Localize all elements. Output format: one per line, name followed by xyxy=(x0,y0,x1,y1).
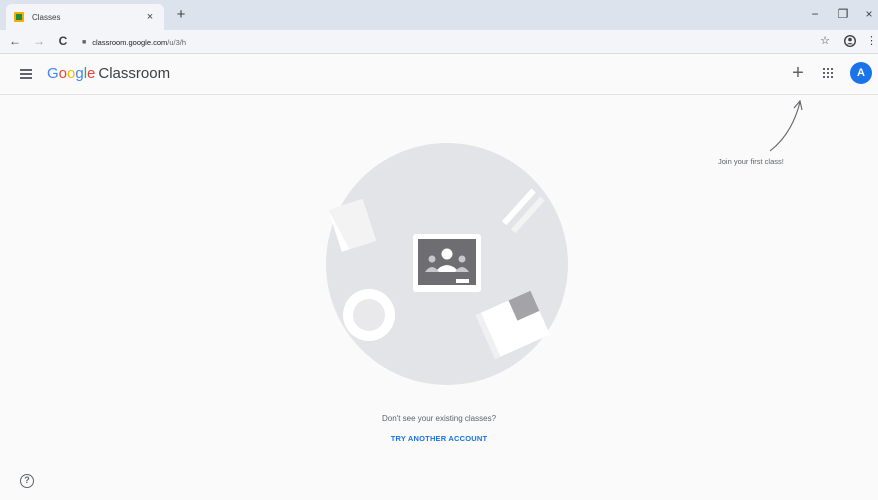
logo-letter: o xyxy=(58,65,68,82)
app-header: Google Classroom + xyxy=(0,55,878,95)
try-another-account-link[interactable]: TRY ANOTHER ACCOUNT xyxy=(0,434,878,443)
reload-button[interactable]: C xyxy=(56,33,70,49)
product-name: Classroom xyxy=(98,65,171,82)
window-close-button[interactable]: × xyxy=(862,6,876,22)
star-icon[interactable]: ☆ xyxy=(818,33,832,49)
url-path: /u/3/h xyxy=(167,37,187,47)
more-vert-icon[interactable]: ⋮ xyxy=(866,33,877,49)
classroom-favicon-icon xyxy=(14,12,24,22)
join-hint-text: Join your first class! xyxy=(718,157,784,166)
forward-button[interactable]: → xyxy=(32,33,46,49)
browser-window: Classes × + − ❐ × ← → C ■ classroom.goog… xyxy=(0,0,878,500)
back-button[interactable]: ← xyxy=(8,33,22,49)
google-classroom-logo[interactable]: Google Classroom xyxy=(47,65,170,83)
logo-letter: g xyxy=(75,65,84,82)
hint-arrow-icon xyxy=(769,99,803,152)
lock-icon: ■ xyxy=(82,38,87,46)
tab-strip: Classes × + − ❐ × xyxy=(0,0,878,30)
empty-classes-illustration xyxy=(326,143,568,385)
logo-letter: G xyxy=(47,65,59,82)
avatar[interactable]: A xyxy=(850,62,872,84)
minimize-button[interactable]: − xyxy=(808,6,822,22)
url-host: classroom.google.com xyxy=(92,37,168,47)
profile-icon[interactable] xyxy=(843,33,857,49)
help-icon[interactable]: ? xyxy=(20,474,34,488)
browser-toolbar: ← → C ■ classroom.google.com /u/3/h ☆ ⋮ xyxy=(0,30,878,54)
restore-button[interactable]: ❐ xyxy=(836,6,850,22)
tab-close-icon[interactable]: × xyxy=(144,11,156,23)
tab-title: Classes xyxy=(32,12,61,22)
add-class-button[interactable]: + xyxy=(788,62,808,84)
address-bar[interactable]: ■ classroom.google.com /u/3/h xyxy=(82,34,802,50)
empty-state-message: Don't see your existing classes? xyxy=(381,414,497,423)
apps-grid-icon[interactable] xyxy=(823,68,833,78)
menu-icon[interactable] xyxy=(20,69,32,79)
tab-classes[interactable]: Classes × xyxy=(6,4,164,30)
new-tab-button[interactable]: + xyxy=(173,6,189,24)
logo-letter: e xyxy=(87,65,96,82)
